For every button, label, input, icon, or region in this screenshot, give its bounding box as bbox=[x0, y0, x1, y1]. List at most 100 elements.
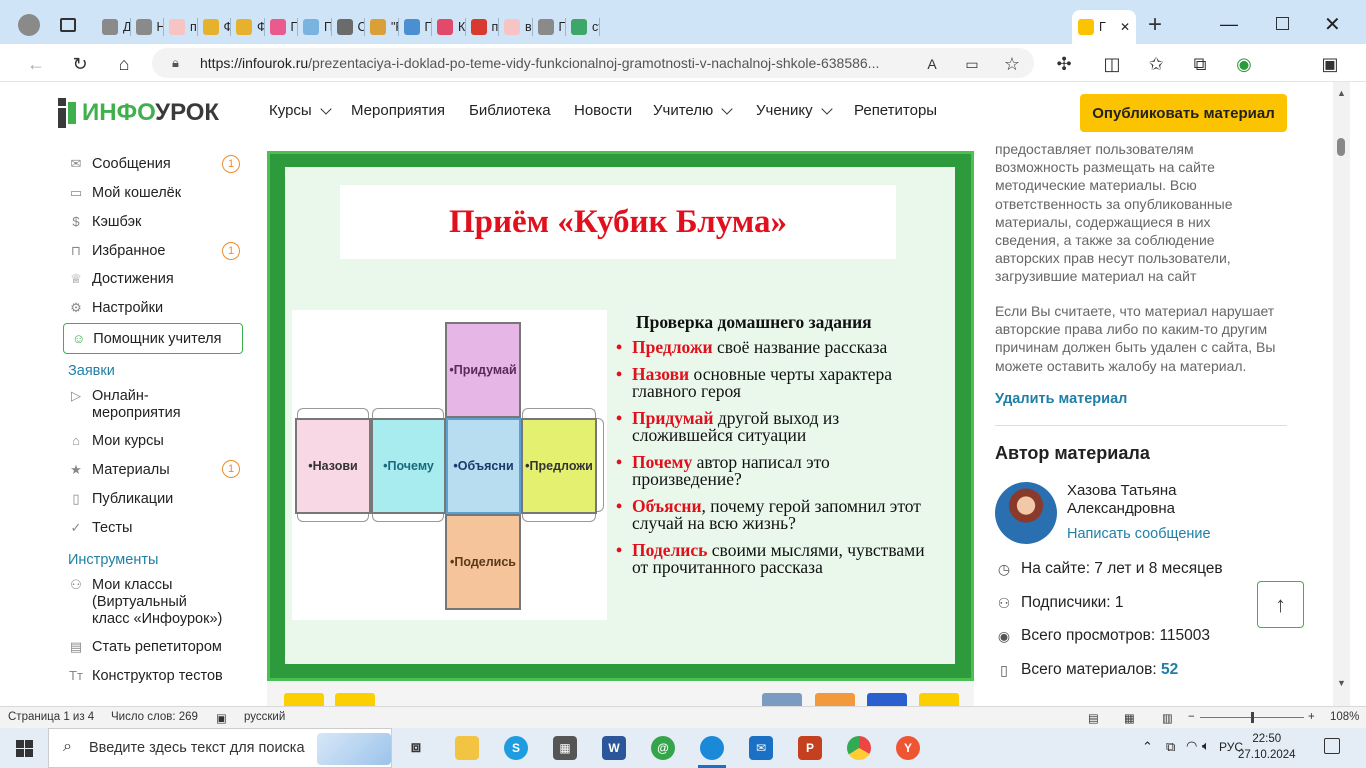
sidebar-item-my-classes[interactable]: ⚇ Мои классы (Виртуальный класс «Инфоурок… bbox=[68, 577, 222, 628]
browser-tab[interactable]: презе bbox=[163, 10, 197, 44]
nav-student[interactable]: Ученику bbox=[756, 102, 835, 119]
browser-tab[interactable]: Форм bbox=[197, 10, 230, 44]
sidebar-item-cashback[interactable]: $ Кэшбэк bbox=[68, 214, 141, 231]
zoom-level[interactable]: 108% bbox=[1330, 711, 1359, 723]
collections-icon[interactable]: ⧉ bbox=[1188, 52, 1212, 76]
nav-courses[interactable]: Курсы bbox=[269, 102, 334, 119]
profile-icon[interactable] bbox=[18, 14, 40, 36]
vpn-icon[interactable]: ◉ bbox=[1232, 52, 1256, 76]
page-scrollbar[interactable]: ▲ ▼ bbox=[1333, 82, 1350, 706]
system-clock[interactable]: 22:50 27.10.2024 bbox=[1238, 731, 1296, 763]
nav-news[interactable]: Новости bbox=[574, 102, 632, 119]
focus-mode-icon[interactable]: ▤ bbox=[1088, 711, 1099, 725]
browser-tab[interactable]: Презе bbox=[264, 10, 297, 44]
split-screen-icon[interactable]: ◫ bbox=[1100, 52, 1124, 76]
reload-icon[interactable]: ↻ bbox=[68, 52, 92, 76]
proofing-icon[interactable]: ▣ bbox=[216, 711, 227, 725]
scrollbar-thumb[interactable] bbox=[1337, 138, 1345, 156]
browser-tab[interactable]: презе bbox=[465, 10, 498, 44]
teacher-assistant-button[interactable]: ☺ Помощник учителя bbox=[63, 323, 243, 354]
browser-tab[interactable]: статья bbox=[565, 10, 599, 44]
browser-tab[interactable]: Форм bbox=[230, 10, 264, 44]
scroll-up-icon[interactable]: ▲ bbox=[1337, 88, 1346, 98]
sidebar-item-test-builder[interactable]: Tт Конструктор тестов bbox=[68, 668, 223, 685]
share-button[interactable] bbox=[919, 693, 959, 706]
favorites-icon[interactable]: ✩ bbox=[1144, 52, 1168, 76]
materials-count-link[interactable]: 52 bbox=[1161, 661, 1178, 678]
read-aloud-icon[interactable]: A bbox=[920, 52, 944, 76]
favorite-star-icon[interactable]: ☆ bbox=[1000, 52, 1024, 76]
file-explorer-icon[interactable] bbox=[455, 736, 479, 760]
delete-material-link[interactable]: Удалить материал bbox=[995, 391, 1127, 407]
word-icon[interactable]: W bbox=[602, 736, 626, 760]
sidebar-item-online-events[interactable]: ▷ Онлайн- мероприятия bbox=[68, 388, 181, 422]
sidebar-item-settings[interactable]: ⚙ Настройки bbox=[68, 300, 163, 317]
browser-tab[interactable]: "Разв bbox=[364, 10, 398, 44]
print-layout-icon[interactable]: ▦ bbox=[1124, 711, 1135, 725]
skype-icon[interactable]: S bbox=[504, 736, 528, 760]
close-tab-icon[interactable]: ✕ bbox=[1120, 20, 1130, 34]
browser-tab[interactable]: Дзен bbox=[96, 10, 130, 44]
store-icon[interactable]: ▦ bbox=[553, 736, 577, 760]
address-input[interactable]: 🔒︎ https://infourok.ru/prezentaciya-i-do… bbox=[152, 48, 1034, 78]
nav-tutors[interactable]: Репетиторы bbox=[854, 102, 937, 119]
nav-teacher[interactable]: Учителю bbox=[653, 102, 735, 119]
browser-tab[interactable]: Презе bbox=[398, 10, 431, 44]
taskbar-search-input[interactable]: ⌕ Введите здесь текст для поиска bbox=[48, 728, 392, 768]
browser-tab[interactable]: На по bbox=[130, 10, 163, 44]
back-icon[interactable]: ← bbox=[24, 52, 48, 76]
outlook-icon[interactable]: ✉ bbox=[749, 736, 773, 760]
zoom-out-icon[interactable]: − bbox=[1188, 711, 1195, 723]
avatar[interactable] bbox=[995, 482, 1057, 544]
home-icon[interactable]: ⌂ bbox=[112, 52, 136, 76]
publish-material-button[interactable]: Опубликовать материал bbox=[1080, 94, 1287, 132]
browser-tab[interactable]: Катал bbox=[431, 10, 465, 44]
scroll-down-icon[interactable]: ▼ bbox=[1337, 678, 1346, 688]
sidebar-item-wallet[interactable]: ▭ Мой кошелёк bbox=[68, 185, 181, 202]
task-view-icon[interactable]: ⧈ bbox=[404, 736, 428, 760]
tab-actions-icon[interactable] bbox=[60, 18, 76, 32]
browser-tab[interactable]: виды bbox=[498, 10, 532, 44]
sidebar-item-materials[interactable]: ★ Материалы bbox=[68, 462, 169, 479]
network-icon[interactable]: ⧉ bbox=[1166, 739, 1175, 755]
web-layout-icon[interactable]: ▥ bbox=[1162, 711, 1173, 725]
extensions-icon[interactable]: ✣ bbox=[1052, 52, 1076, 76]
close-window-button[interactable]: ✕ bbox=[1324, 12, 1341, 37]
page-count[interactable]: Страница 1 из 4 bbox=[8, 711, 94, 723]
start-button[interactable] bbox=[0, 728, 48, 768]
show-hidden-icons[interactable]: ⌃ bbox=[1142, 739, 1153, 755]
nav-library[interactable]: Библиотека bbox=[469, 102, 551, 119]
notifications-icon[interactable] bbox=[1324, 738, 1340, 754]
word-count[interactable]: Число слов: 269 bbox=[111, 711, 198, 723]
share-button[interactable] bbox=[284, 693, 324, 706]
browser-tab[interactable]: Презе bbox=[297, 10, 331, 44]
minimize-button[interactable]: — bbox=[1220, 14, 1238, 35]
share-button[interactable] bbox=[762, 693, 802, 706]
wifi-icon[interactable]: ◠ bbox=[1186, 738, 1197, 754]
sidebar-item-messages[interactable]: ✉ Сообщения bbox=[68, 156, 171, 173]
lock-icon[interactable]: 🔒︎ bbox=[172, 55, 179, 71]
language-indicator[interactable]: русский bbox=[244, 711, 285, 723]
sidebar-item-tests[interactable]: ✓ Тесты bbox=[68, 520, 133, 537]
sidebar-item-become-tutor[interactable]: ▤ Стать репетитором bbox=[68, 639, 222, 656]
volume-icon[interactable]: 🔈︎ bbox=[1202, 738, 1210, 754]
maximize-button[interactable] bbox=[1276, 17, 1289, 30]
new-tab-button[interactable]: + bbox=[1148, 13, 1162, 37]
chrome-icon[interactable] bbox=[847, 736, 871, 760]
sidebar-item-favorites[interactable]: ⊓ Избранное bbox=[68, 243, 166, 260]
write-message-link[interactable]: Написать сообщение bbox=[1067, 526, 1211, 542]
sidebar-item-my-courses[interactable]: ⌂ Мои курсы bbox=[68, 433, 164, 450]
scroll-to-top-button[interactable]: ↑ bbox=[1257, 581, 1304, 628]
edge-icon[interactable] bbox=[700, 736, 724, 760]
site-logo[interactable]: ИНФОУРОК bbox=[58, 98, 219, 128]
yandex-browser-icon[interactable]: Y bbox=[896, 736, 920, 760]
sidebar-toggle-icon[interactable]: ▣ bbox=[1318, 52, 1342, 76]
share-button[interactable] bbox=[815, 693, 855, 706]
browser-tab[interactable]: Слайд bbox=[331, 10, 364, 44]
browser-tab[interactable]: Презе bbox=[532, 10, 565, 44]
mail-app-icon[interactable]: @ bbox=[651, 736, 675, 760]
nav-events[interactable]: Мероприятия bbox=[351, 102, 445, 119]
sidebar-item-achievements[interactable]: ♕ Достижения bbox=[68, 271, 174, 288]
author-name[interactable]: Хазова Татьяна Александровна bbox=[1067, 482, 1267, 518]
powerpoint-icon[interactable]: P bbox=[798, 736, 822, 760]
